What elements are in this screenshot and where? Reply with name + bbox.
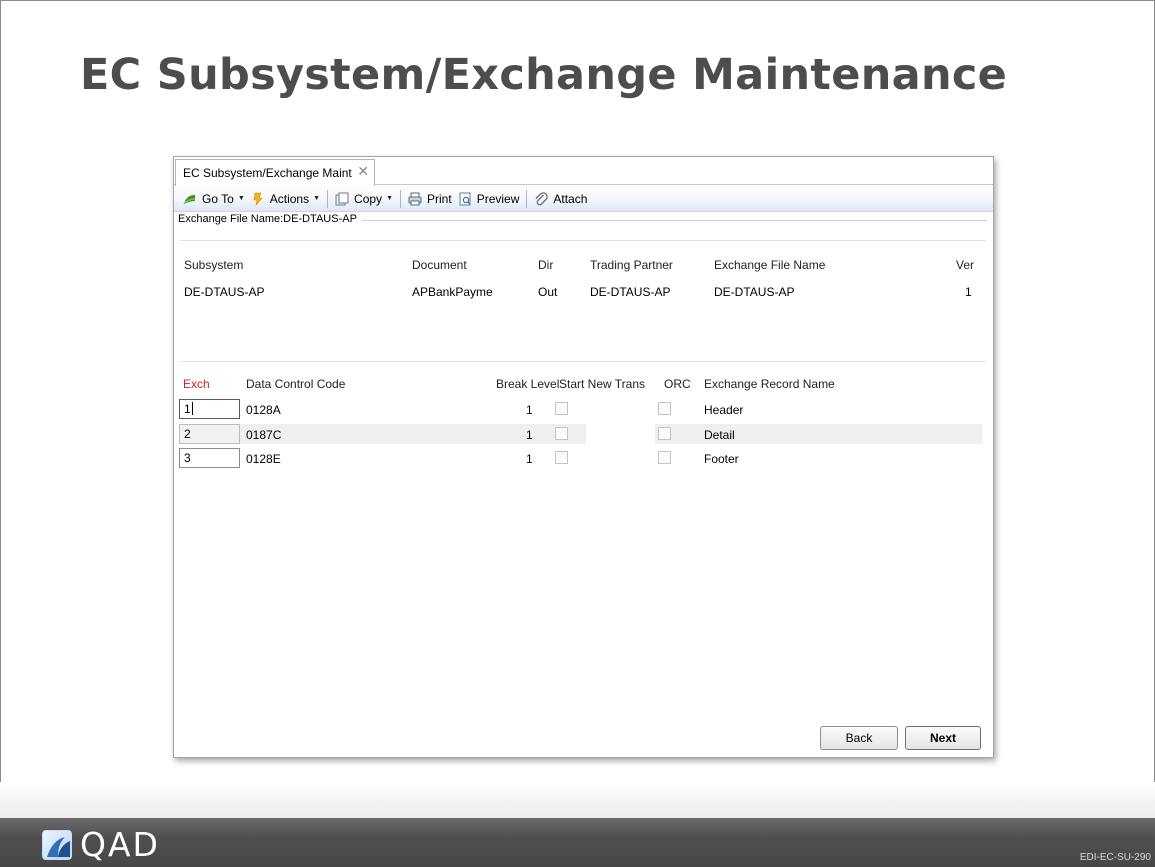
column-header-dir: Dir (538, 258, 554, 272)
column-header-document: Document (412, 258, 467, 272)
orc-checkbox[interactable] (658, 427, 671, 440)
exchange-record-name-cell[interactable]: Header (704, 403, 743, 417)
next-button[interactable]: Next (905, 726, 981, 750)
break-level-cell[interactable]: 1 (526, 428, 533, 442)
exch-value: 1 (184, 402, 191, 416)
copy-icon (335, 192, 349, 206)
section-divider (360, 220, 987, 221)
start-new-trans-checkbox[interactable] (555, 427, 568, 440)
data-control-code-cell[interactable]: 0128E (246, 452, 281, 466)
toolbar: Go To ▼ Actions ▼ Copy ▼ Print Preview A… (174, 186, 993, 212)
print-button[interactable]: Print (405, 189, 455, 209)
exch-input[interactable]: 1 (179, 399, 240, 419)
chevron-down-icon: ▼ (237, 195, 245, 202)
close-icon[interactable]: ✕ (357, 163, 369, 180)
break-level-cell[interactable]: 1 (526, 403, 533, 417)
copy-label: Copy (354, 191, 383, 206)
exch-input[interactable]: 3 (179, 448, 240, 468)
toolbar-separator (400, 189, 401, 208)
tab-strip: EC Subsystem/Exchange Maint ✕ (174, 157, 993, 186)
column-header-trading-partner: Trading Partner (590, 258, 673, 272)
column-header-ver: Ver (956, 258, 975, 272)
attach-icon (534, 191, 549, 206)
qad-logo-icon (42, 830, 72, 860)
summary-document[interactable]: APBankPayme (412, 285, 493, 299)
column-header-orc: ORC (664, 377, 691, 391)
preview-button[interactable]: Preview (455, 189, 523, 209)
chevron-down-icon: ▼ (386, 195, 393, 202)
app-window: EC Subsystem/Exchange Maint ✕ Go To ▼ Ac… (173, 156, 994, 758)
tab-ec-subsystem-exchange-maint[interactable]: EC Subsystem/Exchange Maint ✕ (175, 159, 375, 186)
start-new-trans-checkbox[interactable] (555, 402, 568, 415)
exch-value: 2 (184, 427, 191, 441)
orc-checkbox[interactable] (658, 451, 671, 464)
preview-icon (458, 192, 472, 206)
data-control-code-cell[interactable]: 0128A (246, 403, 281, 417)
print-icon (408, 192, 422, 206)
slide-code: EDI-EC-SU-290 (1079, 852, 1151, 863)
column-header-exchange-file-name: Exchange File Name (714, 258, 826, 272)
actions-button[interactable]: Actions ▼ (248, 189, 323, 209)
table-row-band (179, 424, 982, 444)
summary-ver[interactable]: 1 (965, 285, 972, 299)
qad-logo: QAD (42, 825, 160, 864)
text-caret (191, 402, 193, 415)
divider (180, 361, 986, 362)
column-header-subsystem: Subsystem (184, 258, 244, 272)
toolbar-separator (526, 189, 528, 208)
exch-value: 3 (184, 451, 191, 465)
copy-button[interactable]: Copy ▼ (332, 189, 396, 209)
exch-input[interactable]: 2 (179, 424, 240, 444)
column-header-start-new-trans: Start New Trans (559, 377, 646, 391)
footer-bar (0, 818, 1155, 867)
slide-title: EC Subsystem/Exchange Maintenance (80, 50, 1008, 100)
attach-label: Attach (553, 191, 588, 206)
exchange-record-name-cell[interactable]: Footer (704, 452, 739, 466)
preview-label: Preview (476, 191, 520, 206)
qad-logo-text: QAD (80, 825, 160, 864)
exchange-record-name-cell[interactable]: Detail (704, 428, 735, 442)
column-header-exch: Exch (183, 377, 210, 391)
column-header-break-level: Break Level (496, 377, 560, 391)
summary-exchange-file-name[interactable]: DE-DTAUS-AP (714, 285, 794, 299)
column-header-exchange-record-name: Exchange Record Name (704, 377, 835, 391)
section-title: Exchange File Name:DE-DTAUS-AP (178, 213, 362, 225)
footer-gradient (0, 782, 1155, 818)
break-level-cell[interactable]: 1 (526, 452, 533, 466)
summary-dir[interactable]: Out (538, 285, 557, 299)
chevron-down-icon: ▼ (313, 195, 321, 202)
toolbar-separator (327, 189, 329, 208)
actions-icon (251, 192, 265, 206)
goto-icon (183, 192, 197, 206)
print-label: Print (427, 191, 452, 206)
summary-subsystem[interactable]: DE-DTAUS-AP (184, 285, 264, 299)
goto-button[interactable]: Go To ▼ (180, 189, 248, 209)
start-new-trans-checkbox[interactable] (555, 451, 568, 464)
orc-checkbox[interactable] (658, 402, 671, 415)
column-header-data-control-code: Data Control Code (246, 377, 346, 391)
tab-label: EC Subsystem/Exchange Maint (183, 166, 352, 180)
row-band-gap (586, 424, 655, 444)
divider (180, 240, 986, 241)
summary-trading-partner[interactable]: DE-DTAUS-AP (590, 285, 670, 299)
data-control-code-cell[interactable]: 0187C (246, 428, 281, 442)
actions-label: Actions (269, 191, 310, 206)
back-button[interactable]: Back (820, 726, 898, 750)
attach-button[interactable]: Attach (531, 189, 590, 209)
goto-label: Go To (202, 191, 234, 206)
